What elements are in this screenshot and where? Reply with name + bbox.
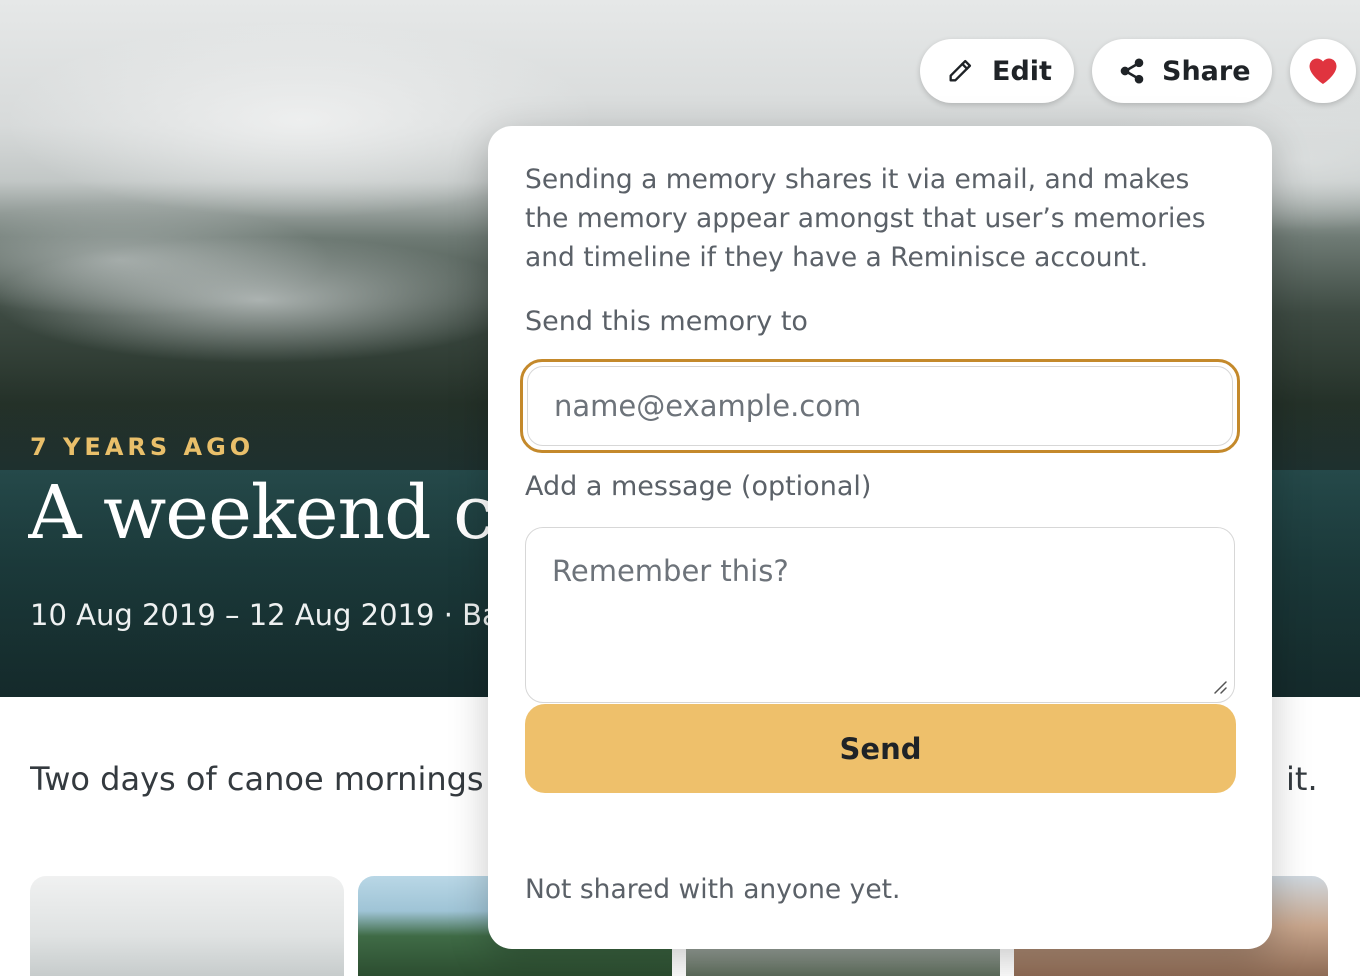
email-focus-ring — [520, 359, 1240, 453]
memory-date-location: 10 Aug 2019 – 12 Aug 2019 · Banff — [30, 598, 490, 632]
resize-handle-icon[interactable] — [1212, 679, 1228, 699]
photo-thumbnail[interactable] — [30, 876, 344, 976]
favorite-button[interactable] — [1290, 39, 1356, 103]
memory-description-end: it. — [1286, 760, 1318, 798]
memory-description: Two days of canoe mornings a — [30, 760, 485, 798]
heart-icon — [1305, 52, 1341, 90]
edit-button[interactable]: Edit — [920, 39, 1074, 103]
recipient-email-input[interactable] — [527, 366, 1233, 446]
memory-title: A weekend ch — [28, 470, 498, 556]
share-status: Not shared with anyone yet. — [525, 874, 901, 905]
share-description: Sending a memory shares it via email, an… — [525, 164, 1206, 273]
memory-eyebrow: 7 YEARS AGO — [30, 433, 255, 461]
share-button-label: Share — [1162, 55, 1251, 87]
message-label: Add a message (optional) — [525, 471, 872, 502]
message-textarea[interactable] — [525, 527, 1235, 703]
send-button[interactable]: Send — [525, 704, 1236, 793]
edit-button-label: Edit — [992, 55, 1052, 87]
recipient-label: Send this memory to — [525, 306, 808, 337]
share-button[interactable]: Share — [1092, 39, 1272, 103]
pencil-icon — [946, 57, 974, 85]
share-popover: Sending a memory shares it via email, an… — [488, 126, 1272, 949]
share-icon — [1118, 57, 1146, 85]
